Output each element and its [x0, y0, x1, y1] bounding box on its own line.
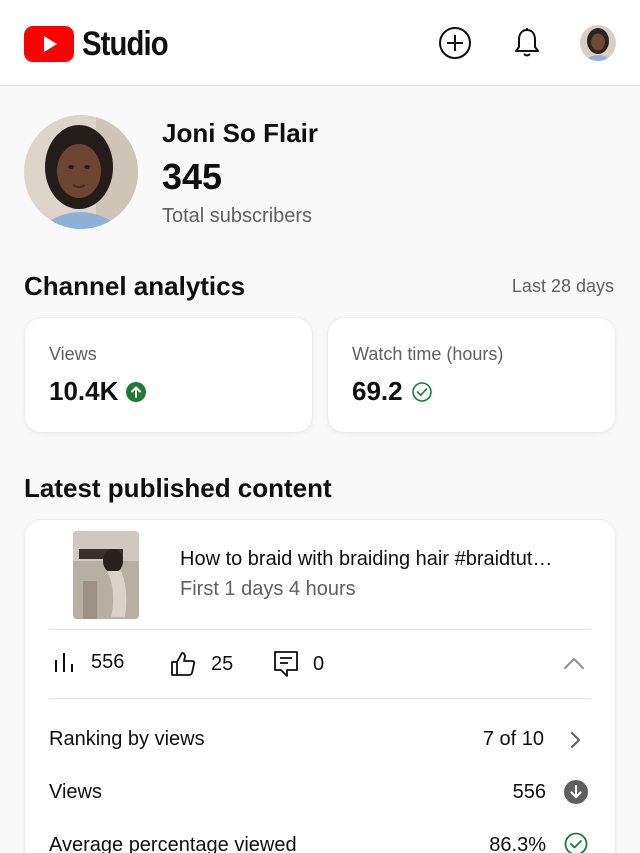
chevron-right-icon[interactable] — [569, 731, 581, 754]
subscriber-count: 345 — [162, 156, 223, 197]
channel-avatar[interactable] — [24, 115, 138, 229]
account-avatar[interactable] — [580, 25, 616, 61]
metric-value: 10.4K — [49, 376, 119, 406]
metric-label: Views — [49, 344, 97, 364]
watch-time-metric-card[interactable]: Watch time (hours) 69.2 — [328, 318, 615, 432]
metric-value-row: 69.2 — [352, 376, 433, 407]
video-comments-stat: 0 — [273, 650, 324, 678]
video-likes-stat: 25 — [169, 650, 233, 678]
create-icon[interactable] — [438, 26, 472, 60]
analytics-bars-icon — [55, 653, 73, 672]
analytics-period[interactable]: Last 28 days — [512, 276, 614, 297]
metric-value: 69.2 — [352, 376, 403, 406]
views-metric-card[interactable]: Views 10.4K — [25, 318, 312, 432]
ranking-value: 7 of 10 — [482, 728, 544, 750]
latest-video-card: How to braid with braiding hair #braidtu… — [25, 520, 615, 853]
divider — [49, 698, 591, 699]
channel-name: Joni So Flair — [162, 118, 319, 148]
divider — [49, 629, 591, 630]
thumbs-up-icon — [171, 652, 196, 676]
video-views-count: 556 — [91, 650, 125, 673]
arrow-down-circle-icon — [564, 780, 588, 809]
video-thumbnail[interactable] — [73, 531, 139, 619]
comment-icon — [274, 651, 298, 677]
check-circle-icon — [411, 381, 432, 402]
app-name: Studio — [82, 24, 169, 63]
top-app-bar: Studio — [0, 0, 640, 86]
latest-content-title: Latest published content — [24, 473, 332, 503]
video-comments-count: 0 — [313, 652, 325, 675]
avg-percentage-value: 86.3% — [489, 834, 546, 853]
subscriber-label: Total subscribers — [162, 205, 313, 227]
youtube-play-icon — [24, 26, 74, 62]
video-views-stat: 556 — [53, 650, 124, 674]
views-row-label: Views — [49, 781, 102, 803]
ranking-label[interactable]: Ranking by views — [49, 728, 205, 751]
video-age: First 1 days 4 hours — [180, 578, 356, 600]
youtube-studio-logo[interactable]: Studio — [24, 24, 182, 63]
analytics-title: Channel analytics — [24, 271, 246, 301]
views-row-value: 556 — [512, 781, 546, 803]
avg-percentage-label: Average percentage viewed — [49, 834, 297, 853]
chevron-up-icon[interactable] — [563, 656, 585, 675]
metric-label: Watch time (hours) — [352, 344, 504, 364]
video-likes-count: 25 — [211, 652, 234, 675]
notifications-icon[interactable] — [510, 26, 544, 60]
video-title[interactable]: How to braid with braiding hair #braidtu… — [180, 548, 552, 571]
arrow-up-circle-icon — [126, 381, 147, 402]
check-circle-icon — [564, 832, 588, 853]
metric-value-row: 10.4K — [49, 376, 147, 407]
